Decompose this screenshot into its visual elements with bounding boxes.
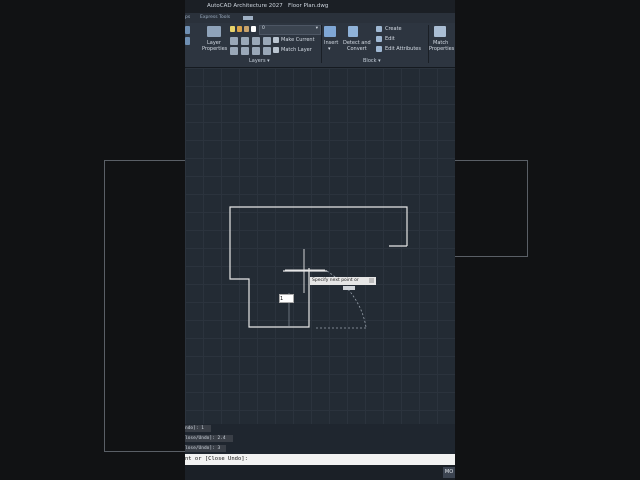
dynamic-prompt-tooltip: Specify next point or <box>310 277 376 285</box>
edit-attributes-icon[interactable] <box>376 46 382 52</box>
tab-express-tools[interactable]: Express Tools <box>200 13 230 23</box>
partial-tool-icon-2[interactable] <box>185 37 190 45</box>
create-block-button[interactable]: Create <box>385 26 402 32</box>
command-line[interactable]: nt or [Close Undo]: <box>185 454 455 465</box>
make-current-button[interactable]: Make Current <box>281 37 315 43</box>
sun-icon[interactable] <box>237 26 242 32</box>
layer-dropdown-value: 0 <box>262 26 265 31</box>
insert-chevron-icon[interactable]: ▾ <box>328 46 331 52</box>
app-name: AutoCAD Architecture 2027 <box>207 3 283 9</box>
match-layer-icon[interactable] <box>273 47 279 53</box>
make-current-icon[interactable] <box>273 37 279 43</box>
command-history-line-3: lose/Undo]: 3 <box>185 445 226 452</box>
color-swatch-icon[interactable] <box>251 26 256 32</box>
dynamic-input-value: 1 <box>280 296 284 302</box>
layer-tool-icon-6[interactable] <box>241 47 249 55</box>
ribbon: Layer Properties 0 ▾ Make Current Match … <box>185 23 455 68</box>
match-layer-button[interactable]: Match Layer <box>281 47 312 53</box>
layer-tool-icon-3[interactable] <box>252 37 260 45</box>
autocad-window: AutoCAD Architecture 2027 Floor Plan.dwg… <box>185 0 455 480</box>
layers-panel-label[interactable]: Layers ▾ <box>249 58 270 64</box>
tooltip-text: Specify next point or <box>312 278 359 283</box>
create-block-icon[interactable] <box>376 26 382 32</box>
floor-plan-polyline <box>229 206 408 328</box>
arrow-down-icon[interactable] <box>369 278 374 283</box>
chevron-down-icon: ▾ <box>315 26 318 31</box>
insert-button[interactable]: Insert <box>324 40 338 46</box>
dynamic-input-field[interactable]: 1 <box>279 294 294 303</box>
layer-tool-icon-4[interactable] <box>263 37 271 45</box>
command-line-prompt: nt or [Close Undo]: <box>185 456 248 462</box>
status-bar: MO <box>185 465 455 480</box>
command-history-line-2: lose/Undo]: 2.4 <box>185 435 233 442</box>
drawing-linework <box>229 206 408 329</box>
lock-icon[interactable] <box>244 26 249 32</box>
app-title: AutoCAD Architecture 2027 Floor Plan.dwg <box>207 0 328 13</box>
dimension-box <box>343 286 355 290</box>
edit-attributes-button[interactable]: Edit Attributes <box>385 46 421 52</box>
background-drawing-outline-right <box>455 160 528 257</box>
model-space-button[interactable]: MO <box>443 467 455 478</box>
command-history-line-1: ndo]: 1 <box>185 425 211 432</box>
detect-and-convert-label-2[interactable]: Convert <box>347 46 367 52</box>
panel-separator-2 <box>428 25 429 63</box>
drawing-canvas[interactable] <box>185 68 455 424</box>
layer-tool-icon-7[interactable] <box>252 47 260 55</box>
lightbulb-icon[interactable] <box>230 26 235 32</box>
detect-and-convert-icon[interactable] <box>348 26 358 37</box>
tab-partial[interactable]: ps <box>185 13 190 23</box>
panel-separator <box>321 25 322 63</box>
file-name: Floor Plan.dwg <box>288 3 329 9</box>
ribbon-tabs: ps Express Tools <box>185 13 455 23</box>
block-panel-label[interactable]: Block ▾ <box>363 58 381 64</box>
tab-overflow-icon[interactable] <box>243 16 253 20</box>
match-properties-label-2[interactable]: Properties <box>429 46 454 52</box>
layer-dropdown[interactable]: 0 ▾ <box>259 25 321 35</box>
edit-block-icon[interactable] <box>376 36 382 42</box>
layer-properties-label-2[interactable]: Properties <box>202 46 227 52</box>
title-bar: AutoCAD Architecture 2027 Floor Plan.dwg <box>185 0 455 13</box>
partial-tool-icon[interactable] <box>185 26 190 34</box>
layer-properties-icon[interactable] <box>207 26 221 37</box>
background-drawing-outline-left <box>104 160 187 452</box>
layer-tool-icon-5[interactable] <box>230 47 238 55</box>
insert-icon[interactable] <box>324 26 336 37</box>
layer-tool-icon-1[interactable] <box>230 37 238 45</box>
match-properties-icon[interactable] <box>434 26 446 37</box>
layer-tool-icon-2[interactable] <box>241 37 249 45</box>
edit-block-button[interactable]: Edit <box>385 36 395 42</box>
layer-tool-icon-8[interactable] <box>263 47 271 55</box>
